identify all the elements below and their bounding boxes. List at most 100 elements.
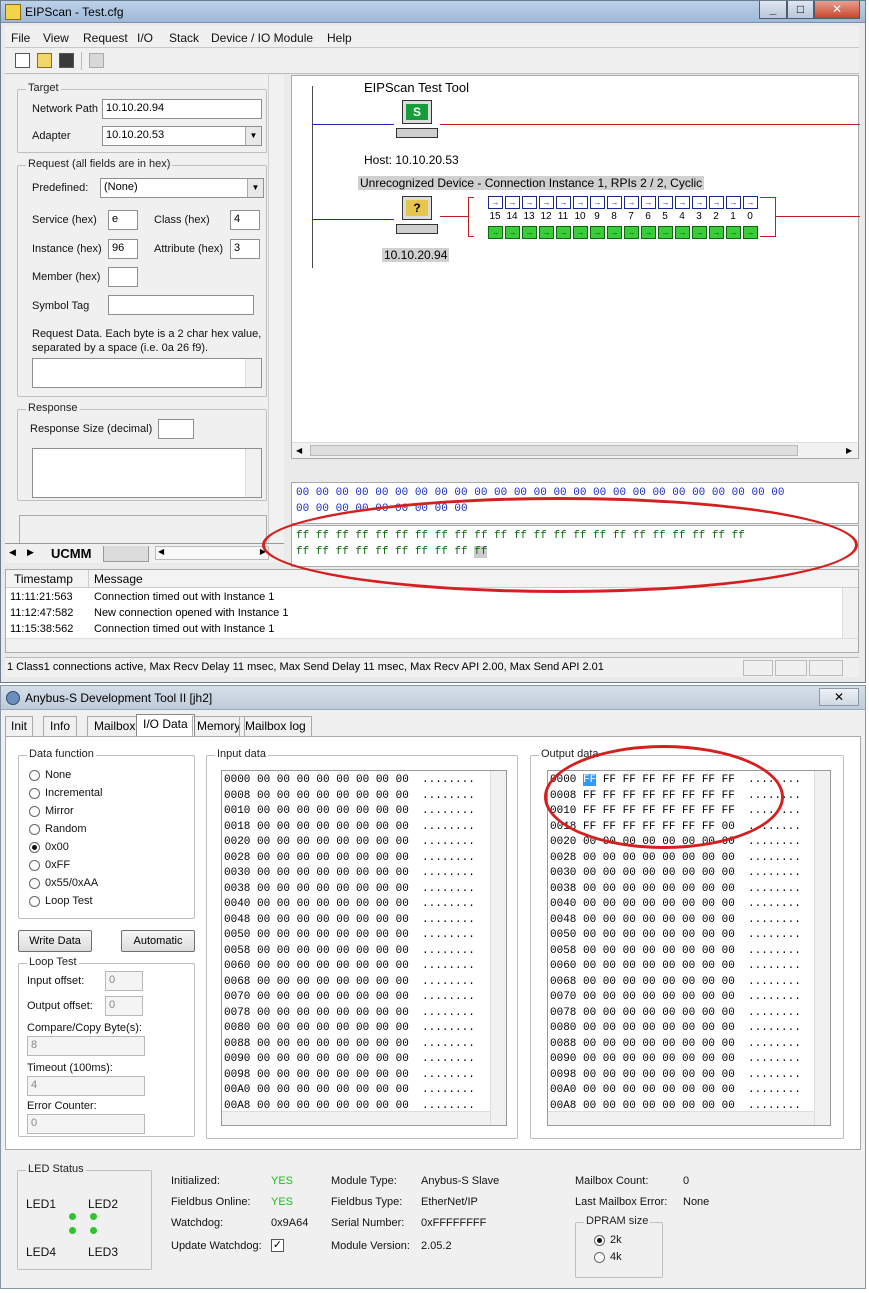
list-scrollbar[interactable] [490,771,506,1125]
new-file-icon[interactable] [15,53,30,68]
menu-device[interactable]: Device / IO Module [211,31,313,45]
left-panel-scrollbar[interactable] [268,75,284,547]
input-bit-cell[interactable]: → [658,196,673,209]
output-bit-cell[interactable]: → [607,226,622,239]
input-bit-cell[interactable]: → [573,196,588,209]
input-bit-cell[interactable]: → [590,196,605,209]
menu-view[interactable]: View [43,31,69,45]
automatic-button[interactable]: Automatic [121,930,195,952]
input-bit-cell[interactable]: → [488,196,503,209]
computer-icon[interactable]: ? [394,196,440,238]
close-button[interactable]: ✕ [814,1,860,19]
output-bit-cell[interactable]: → [709,226,724,239]
timeout-input[interactable]: 4 [27,1076,145,1096]
scroll-thumb[interactable] [310,445,798,456]
output-bit-cell[interactable]: → [624,226,639,239]
data-function-radio[interactable] [29,896,40,907]
diagram-hscroll[interactable]: ◀ ▶ [292,442,858,458]
scroll-left-icon[interactable]: ◀ [296,446,302,455]
menu-help[interactable]: Help [327,31,352,45]
compare-input[interactable]: 8 [27,1036,145,1056]
log-hscroll[interactable] [6,638,858,652]
output-bit-cell[interactable]: → [505,226,520,239]
output-bit-cell[interactable]: → [539,226,554,239]
input-bit-cell[interactable]: → [709,196,724,209]
tab-scroll-right[interactable]: ▶ [27,547,34,558]
symbol-tag-input[interactable] [108,295,254,315]
eipscan-titlebar[interactable]: EIPScan - Test.cfg _ □ ✕ [1,1,865,23]
output-bit-cell[interactable]: → [641,226,656,239]
input-offset-input[interactable]: 0 [105,971,143,991]
input-bit-cell[interactable]: → [743,196,758,209]
list-scrollbar[interactable] [814,771,830,1125]
chevron-down-icon[interactable]: ▼ [247,179,263,197]
input-bit-cell[interactable]: → [556,196,571,209]
connect-icon[interactable] [89,53,104,68]
output-bit-cell[interactable]: → [590,226,605,239]
response-size-input[interactable] [158,419,194,439]
anybus-titlebar[interactable]: Anybus-S Development Tool II [jh2] ✕ [1,686,865,710]
output-bit-cell[interactable]: → [692,226,707,239]
output-bit-cell[interactable]: → [488,226,503,239]
log-vscroll[interactable] [842,588,858,638]
input-bit-cell[interactable]: → [675,196,690,209]
anybus-close-button[interactable]: ✕ [819,688,859,706]
col-timestamp[interactable]: Timestamp [14,572,73,586]
maximize-button[interactable]: □ [787,1,814,19]
tab-io-data[interactable]: I/O Data [136,714,195,736]
output-bit-cell[interactable]: → [743,226,758,239]
tab-ucmm[interactable]: UCMM [51,546,91,561]
menu-request[interactable]: Request [83,31,128,45]
output-offset-input[interactable]: 0 [105,996,143,1016]
output-data-list[interactable]: 0000 FF FF FF FF FF FF FF FF ........ 00… [547,770,831,1126]
write-data-button[interactable]: Write Data [18,930,92,952]
data-function-radio[interactable] [29,860,40,871]
col-message[interactable]: Message [94,572,143,586]
data-function-radio[interactable] [29,770,40,781]
class-input[interactable]: 4 [230,210,260,230]
tab-scroll-left[interactable]: ◀ [9,547,16,558]
data-function-radio[interactable] [29,788,40,799]
log-row[interactable]: 11:12:47:582 New connection opened with … [6,606,842,622]
minimize-button[interactable]: _ [759,1,787,19]
dpram-4k-radio[interactable] [594,1252,605,1263]
output-hex-pane[interactable]: ff ff ff ff ff ff ff ff ff ff ff ff ff f… [291,525,859,567]
input-data-list[interactable]: 0000 00 00 00 00 00 00 00 00 ........ 000… [221,770,507,1126]
input-bit-cell[interactable]: → [624,196,639,209]
open-folder-icon[interactable] [37,53,52,68]
list-hscroll[interactable] [222,1111,490,1125]
output-bit-cell[interactable]: → [658,226,673,239]
predefined-select[interactable]: (None) ▼ [100,178,264,198]
tab-mailbox-log[interactable]: Mailbox log [239,716,312,736]
data-function-radio[interactable] [29,878,40,889]
member-input[interactable] [108,267,138,287]
update-watchdog-checkbox[interactable]: ✓ [271,1239,284,1252]
input-bit-cell[interactable]: → [607,196,622,209]
selected-byte[interactable]: FF [583,774,597,786]
tab-init[interactable]: Init [5,716,34,736]
error-counter-input[interactable]: 0 [27,1114,145,1134]
log-row[interactable]: 11:11:21:563 Connection timed out with I… [6,590,842,606]
request-data-input[interactable] [32,358,262,388]
input-bit-cell[interactable]: → [505,196,520,209]
tab-mailbox[interactable]: Mailbox [87,716,143,736]
output-bit-cell[interactable]: → [726,226,741,239]
menu-file[interactable]: File [11,31,30,45]
output-bit-cell[interactable]: → [556,226,571,239]
chevron-down-icon[interactable]: ▼ [245,127,261,145]
network-path-input[interactable]: 10.10.20.94 [102,99,262,119]
tab-info[interactable]: Info [43,716,78,736]
save-icon[interactable] [59,53,74,68]
response-data-output[interactable] [32,448,262,498]
input-bit-cell[interactable]: → [726,196,741,209]
data-function-radio[interactable] [29,806,40,817]
list-hscroll[interactable] [548,1111,814,1125]
adapter-select[interactable]: 10.10.20.53 ▼ [102,126,262,146]
output-bit-cell[interactable]: → [573,226,588,239]
input-hex-pane[interactable]: 00 00 00 00 00 00 00 00 00 00 00 00 00 0… [291,482,859,524]
instance-input[interactable]: 96 [108,239,138,259]
input-bit-cell[interactable]: → [522,196,537,209]
dpram-2k-radio[interactable] [594,1235,605,1246]
computer-icon[interactable]: S [394,100,440,142]
menu-io[interactable]: I/O [137,31,153,45]
